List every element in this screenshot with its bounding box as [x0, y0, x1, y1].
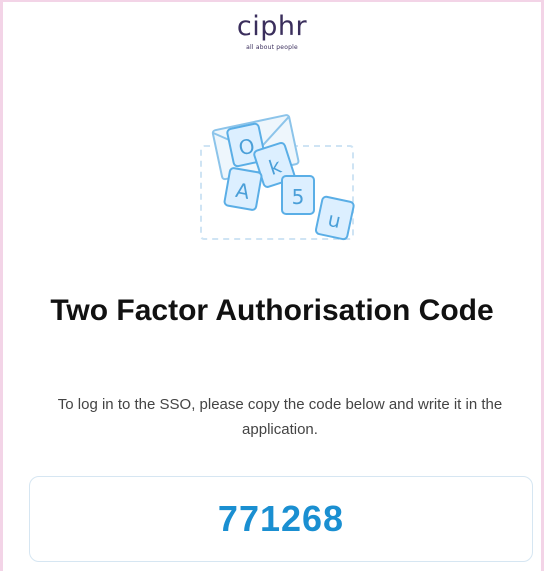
envelope-letter-tiles-icon: O k A 5 u — [196, 104, 366, 244]
brand-tagline: all about people — [246, 44, 298, 51]
brand-name: ciphr — [236, 11, 308, 42]
email-frame: ciphr all about people O k A 5 u Two Fac… — [0, 0, 544, 571]
code-box: 771268 — [29, 476, 533, 562]
verification-code[interactable]: 771268 — [218, 498, 344, 540]
instructions-text: To log in to the SSO, please copy the co… — [57, 396, 503, 438]
svg-text:5: 5 — [292, 185, 305, 209]
brand-logo: ciphr all about people — [0, 11, 544, 52]
frame-border-top — [0, 0, 544, 2]
page-title: Two Factor Authorisation Code — [50, 294, 494, 327]
frame-border-left — [0, 0, 3, 571]
